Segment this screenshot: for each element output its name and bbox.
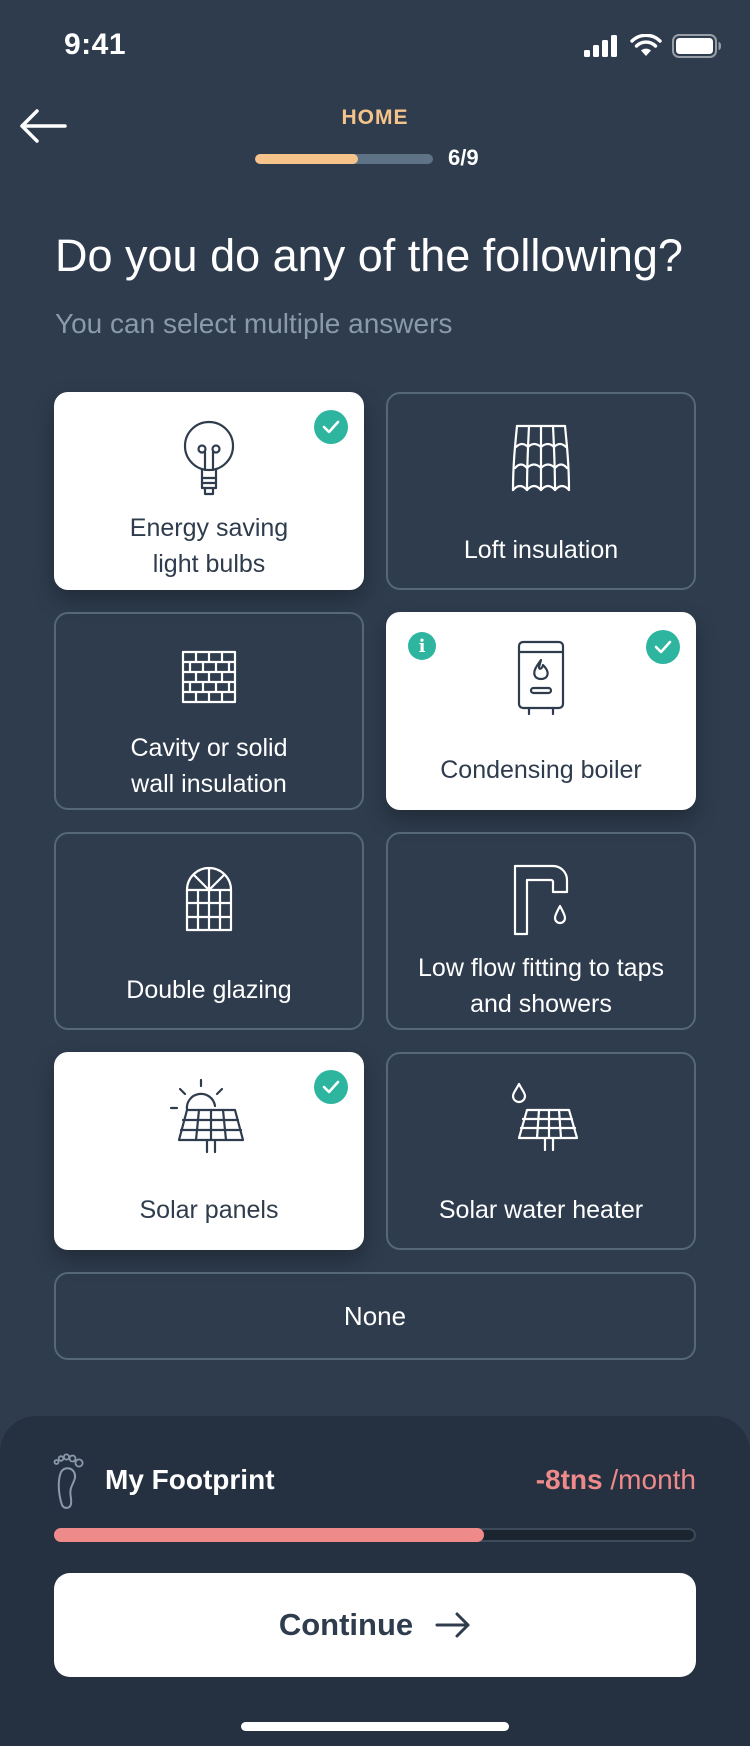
solar-water-heater-icon [491, 1076, 591, 1162]
option-label: Solar panels [139, 1196, 279, 1224]
solar-panel-icon [159, 1076, 259, 1162]
checkmark-icon [646, 630, 680, 664]
boiler-icon [491, 636, 591, 722]
continue-label: Continue [278, 1607, 414, 1642]
status-time: 9:41 [64, 28, 127, 61]
option-card[interactable]: Double glazing [54, 832, 364, 1030]
footprint-unit: /month [602, 1464, 696, 1495]
checkmark-icon [314, 1070, 348, 1104]
window-icon [159, 856, 259, 942]
tap-icon [491, 856, 591, 942]
option-card[interactable]: Energy saving light bulbs [54, 392, 364, 590]
brick-wall-icon [159, 636, 259, 722]
status-bar: 9:41 [0, 0, 750, 90]
checkmark-icon [314, 410, 348, 444]
option-label: Low flow fitting to taps and showers [418, 954, 664, 1018]
option-label: Condensing boiler [440, 756, 642, 784]
section-label: HOME [341, 106, 409, 129]
battery-icon [672, 34, 721, 58]
option-card[interactable]: Loft insulation [386, 392, 696, 590]
step-count: 6/9 [448, 145, 479, 170]
footprint-bar [54, 1528, 696, 1542]
option-card[interactable]: Solar panels [54, 1052, 364, 1250]
status-icons [584, 34, 722, 58]
arrow-right-icon [435, 1612, 470, 1638]
light-bulb-icon [159, 416, 259, 502]
option-card[interactable]: Low flow fitting to taps and showers [386, 832, 696, 1030]
option-label: Loft insulation [463, 536, 619, 564]
option-card[interactable]: i Condensing boiler [386, 612, 696, 810]
home-indicator [241, 1722, 509, 1731]
roof-tiles-icon [491, 416, 591, 502]
none-option-button[interactable]: None [54, 1272, 696, 1360]
footprint-value: -8tns /month [536, 1464, 696, 1496]
question-subtitle: You can select multiple answers [55, 308, 453, 339]
signal-icon [584, 35, 617, 57]
footprint-icon [53, 1453, 84, 1509]
option-label: Double glazing [126, 976, 292, 1004]
step-progress-fill [255, 154, 359, 164]
continue-button[interactable]: Continue [54, 1573, 696, 1677]
option-label: Solar water heater [438, 1196, 644, 1224]
footprint-amount: -8tns [535, 1464, 603, 1495]
info-icon[interactable]: i [408, 632, 436, 660]
option-label: Energy saving light bulbs [129, 514, 289, 578]
step-progress-bar [255, 154, 433, 164]
option-card[interactable]: Solar water heater [386, 1052, 696, 1250]
wifi-icon [630, 34, 662, 56]
option-card[interactable]: Cavity or solid wall insulation [54, 612, 364, 810]
footprint-panel: My Footprint -8tns /month Continue [0, 1416, 750, 1746]
option-label: Cavity or solid wall insulation [130, 734, 288, 798]
footprint-bar-fill [54, 1528, 485, 1542]
options-grid: Energy saving light bulbs Loft insulation… [54, 392, 696, 1250]
question-title: Do you do any of the following? [55, 230, 683, 281]
footprint-label: My Footprint [105, 1464, 275, 1495]
